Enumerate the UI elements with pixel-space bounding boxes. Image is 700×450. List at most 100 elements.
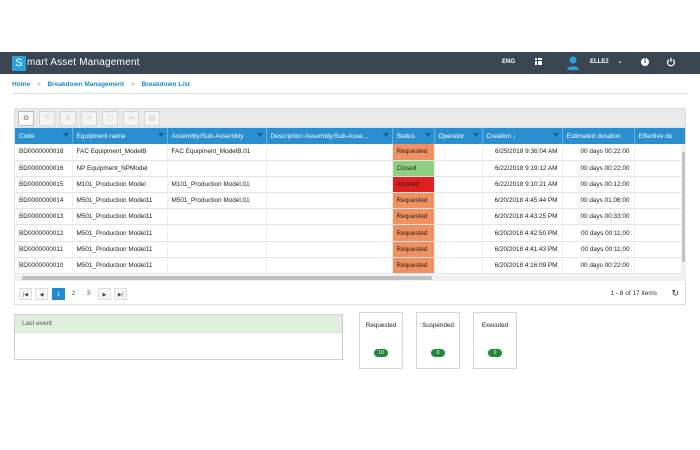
cell-creation: 6/20/2018 4:41:43 PM (482, 241, 563, 258)
table-row[interactable]: BD0000000018 FAC Equipment_ModelB FAC Eq… (15, 144, 685, 161)
status-cell: Requested (392, 257, 435, 275)
cell-operator (434, 241, 483, 258)
column-header-description[interactable]: Description Assembly/Sub-Asse... (266, 128, 393, 144)
scrollbar-thumb[interactable] (682, 152, 685, 262)
add-button[interactable]: ⊙ (18, 111, 34, 126)
vertical-scrollbar[interactable] (681, 144, 686, 275)
cell-description (266, 257, 393, 275)
cell-operator (434, 224, 483, 242)
cell-estimated: 00 days 00:33:00 (562, 208, 635, 226)
cell-estimated: 00 days 00:22:00 (562, 257, 635, 275)
cell-assembly (167, 224, 267, 242)
top-bar: S mart Asset Management ENG ELLE2 ⌄ i (0, 52, 700, 74)
delete-button[interactable]: ✕ (60, 111, 76, 126)
counter-label: Suspended (422, 322, 454, 329)
last-page-button[interactable]: ▶| (114, 288, 127, 300)
executed-counter[interactable]: Executed 0 (473, 312, 517, 369)
column-header-effective-duration[interactable]: Effective du (634, 128, 685, 144)
cell-description (266, 144, 393, 161)
column-header-estimated-duration[interactable]: Estimated duration (562, 128, 635, 144)
column-header-equipment-name[interactable]: Equipment name (72, 128, 168, 144)
filter-icon[interactable] (472, 133, 479, 137)
status-cell: Closed (392, 160, 435, 177)
table-row[interactable]: BD0000000014 M501_Production Model11 M50… (15, 192, 685, 210)
table-row[interactable]: BD0000000016 NP Equipment_NPModel Closed… (15, 160, 685, 177)
copy-button[interactable]: ▢ (102, 111, 118, 126)
cell-creation: 6/20/2018 4:45:44 PM (482, 192, 563, 210)
cell-assembly (167, 257, 267, 275)
first-page-button[interactable]: |◀ (19, 288, 32, 300)
horizontal-scrollbar[interactable] (14, 275, 686, 281)
column-header-assembly[interactable]: Assembly/Sub-Assembly (167, 128, 267, 144)
column-header-creation[interactable]: Creation ↓ (482, 128, 563, 144)
breadcrumb-separator: > (130, 81, 135, 88)
cell-assembly: M101_Production Model.01 (167, 176, 267, 194)
filter-icon[interactable] (382, 133, 389, 137)
cell-estimated: 00 days 00:22:00 (562, 144, 635, 161)
power-icon[interactable] (666, 57, 676, 67)
table-row[interactable]: BD0000000011 M501_Production Model11 Req… (15, 241, 685, 258)
info-icon[interactable]: i (641, 58, 649, 66)
status-cell: Requested (392, 224, 435, 242)
link-button[interactable]: ∞ (123, 111, 139, 126)
cell-creation: 6/20/2018 4:16:09 PM (482, 257, 563, 275)
apps-grid-icon[interactable] (535, 58, 542, 65)
page-button-2[interactable]: 2 (67, 288, 80, 300)
page-button-1[interactable]: 1 (52, 288, 65, 300)
cell-creation: 6/20/2018 4:42:50 PM (482, 224, 563, 242)
action-button[interactable]: ➚ (81, 111, 97, 126)
cell-operator (434, 144, 483, 161)
pager-info: 1 - 8 of 17 items (610, 290, 657, 297)
counter-badge: 10 (374, 349, 388, 357)
breadcrumb: Home > Breakdown Management > Breakdown … (12, 81, 195, 88)
export-button[interactable]: ▤ (144, 111, 160, 126)
cell-description (266, 192, 393, 210)
table-row[interactable]: BD0000000015 M101_Production Model M101_… (15, 176, 685, 194)
cell-effective: 00 days 0 (634, 160, 685, 177)
column-header-code[interactable]: Code (15, 128, 73, 144)
cell-creation: 6/20/2018 4:43:25 PM (482, 208, 563, 226)
column-header-operator[interactable]: Operator (434, 128, 483, 144)
breadcrumb-breakdown-management[interactable]: Breakdown Management (47, 81, 124, 88)
filter-icon[interactable] (256, 133, 263, 137)
user-icon[interactable] (566, 55, 580, 71)
cell-estimated: 00 days 01:06:00 (562, 192, 635, 210)
breadcrumb-breakdown-list[interactable]: Breakdown List (141, 81, 189, 88)
cell-creation: 6/22/2018 9:10:21 AM (482, 176, 563, 194)
divider (12, 93, 688, 94)
filter-icon[interactable] (62, 133, 69, 137)
cell-creation: 6/22/2018 9:19:12 AM (482, 160, 563, 177)
prev-page-button[interactable]: ◀ (35, 288, 48, 300)
table-row[interactable]: BD0000000012 M501_Production Model11 Req… (15, 224, 685, 242)
next-page-button[interactable]: ▶ (98, 288, 111, 300)
breadcrumb-home[interactable]: Home (12, 81, 30, 88)
requested-counter[interactable]: Requested 10 (359, 312, 403, 369)
refresh-icon[interactable]: ↻ (671, 288, 679, 299)
filter-icon[interactable] (157, 133, 164, 137)
counter-badge: 0 (488, 349, 502, 357)
breakdown-table: Code Equipment name Assembly/Sub-Assembl… (15, 128, 685, 275)
cell-equipment: FAC Equipment_ModelB (72, 144, 168, 161)
cell-code: BD0000000010 (15, 257, 73, 275)
cell-estimated: 00 days 00:11:00 (562, 241, 635, 258)
table-row[interactable]: BD0000000013 M501_Production Model11 Req… (15, 208, 685, 226)
cell-description (266, 241, 393, 258)
cell-operator (434, 160, 483, 177)
suspended-counter[interactable]: Suspended 0 (416, 312, 460, 369)
edit-button[interactable]: ✎ (39, 111, 55, 126)
filter-icon[interactable] (552, 133, 559, 137)
filter-icon[interactable] (424, 133, 431, 137)
username[interactable]: ELLE2 (590, 59, 609, 65)
page-button-3[interactable]: 3 (82, 288, 95, 300)
scrollbar-thumb[interactable] (22, 276, 432, 280)
breakdown-grid: Code Equipment name Assembly/Sub-Assembl… (14, 128, 686, 283)
app-logo[interactable]: S (12, 56, 26, 71)
last-event-title: Last event (15, 315, 342, 333)
column-header-status[interactable]: Status (392, 128, 435, 144)
cell-equipment: M501_Production Model11 (72, 192, 168, 210)
table-row[interactable]: BD0000000010 M501_Production Model11 Req… (15, 257, 685, 275)
language-selector[interactable]: ENG (502, 59, 515, 65)
chevron-down-icon[interactable]: ⌄ (617, 57, 623, 65)
cell-effective: 04 days 1 (634, 224, 685, 242)
cell-code: BD0000000015 (15, 176, 73, 194)
